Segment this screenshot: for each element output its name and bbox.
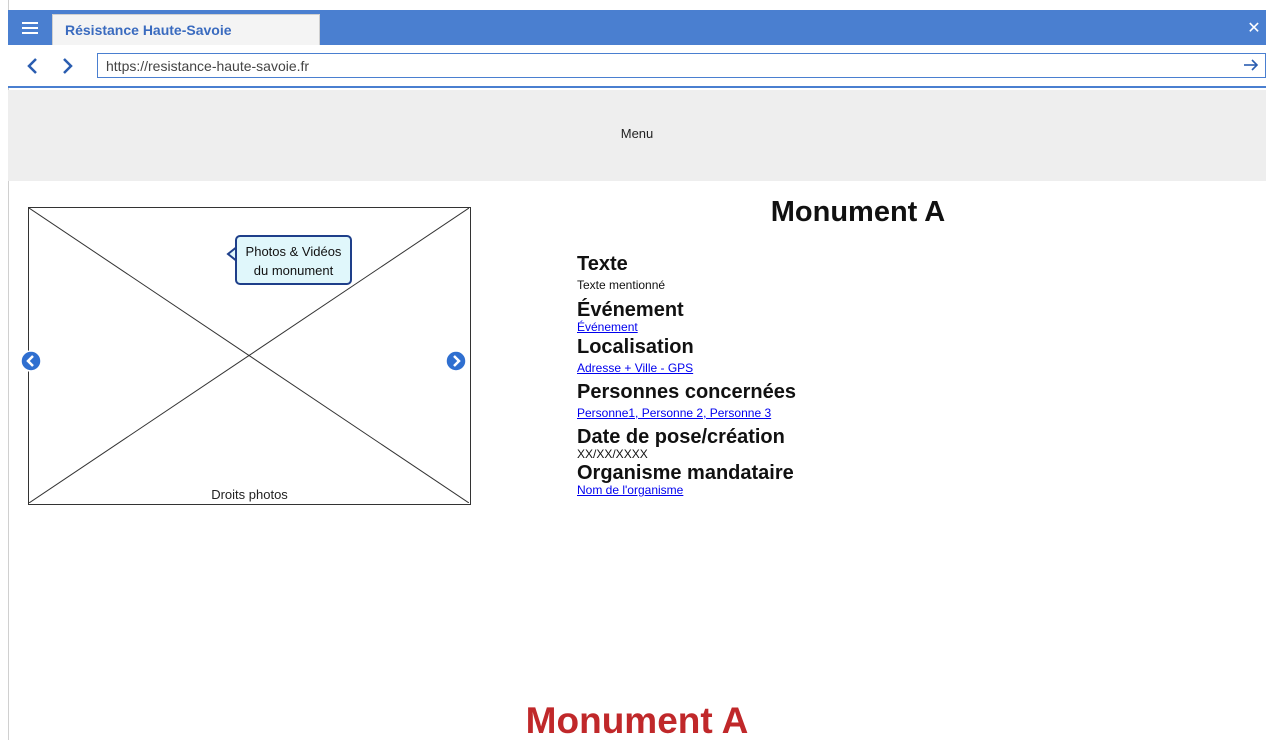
- localisation-link[interactable]: Adresse + Ville - GPS: [577, 361, 694, 375]
- section-title: Monument A: [525, 700, 749, 741]
- forward-button[interactable]: [56, 54, 80, 78]
- field-evenement: Événement Événement: [577, 300, 684, 334]
- field-localisation: Localisation Adresse + Ville - GPS: [577, 337, 694, 375]
- media-callout: Photos & Vidéos du monument: [235, 235, 352, 285]
- field-label: Personnes concernées: [577, 381, 796, 403]
- menu-bar: Menu: [8, 90, 1266, 181]
- field-value: Texte mentionné: [577, 278, 666, 292]
- back-button[interactable]: [20, 54, 44, 78]
- field-label: Organisme mandataire: [577, 462, 794, 484]
- menu-link[interactable]: Menu: [8, 126, 1266, 141]
- url-text: https://resistance-haute-savoie.fr: [106, 58, 310, 74]
- browser-tab[interactable]: Résistance Haute-Savoie: [52, 14, 320, 45]
- callout-line-2: du monument: [253, 263, 334, 278]
- personnes-link[interactable]: Personne1, Personne 2, Personne 3: [577, 406, 796, 420]
- photo-gallery: Photos & Vidéos du monument Droits photo…: [20, 207, 471, 505]
- title-bar: Résistance Haute-Savoie ✕: [8, 10, 1266, 45]
- field-texte: Texte Texte mentionné: [577, 254, 665, 292]
- field-label: Date de pose/création: [577, 426, 785, 448]
- field-label: Localisation: [577, 336, 694, 358]
- field-label: Texte: [577, 253, 628, 275]
- close-button[interactable]: ✕: [1242, 10, 1266, 45]
- field-organisme: Organisme mandataire Nom de l'organisme: [577, 463, 794, 497]
- field-personnes: Personnes concernées Personne1, Personne…: [577, 382, 796, 420]
- field-value: XX/XX/XXXX: [577, 447, 648, 461]
- chevron-left-circle-icon: [20, 350, 42, 372]
- photo-credit: Droits photos: [211, 487, 288, 502]
- hamburger-icon: [22, 21, 38, 34]
- chevron-left-icon: [27, 58, 37, 74]
- hamburger-menu-button[interactable]: [8, 10, 52, 45]
- gallery-prev-button[interactable]: [20, 350, 42, 372]
- monument-title: Monument A: [770, 196, 946, 228]
- field-date: Date de pose/création XX/XX/XXXX: [577, 427, 785, 461]
- go-button[interactable]: [1240, 54, 1262, 76]
- callout-line-1: Photos & Vidéos: [245, 244, 342, 259]
- field-label: Événement: [577, 299, 684, 321]
- tab-title: Résistance Haute-Savoie: [65, 22, 232, 38]
- organisme-link[interactable]: Nom de l'organisme: [577, 483, 794, 497]
- evenement-link[interactable]: Événement: [577, 320, 684, 334]
- url-input[interactable]: https://resistance-haute-savoie.fr: [97, 53, 1266, 78]
- chevron-right-icon: [63, 58, 73, 74]
- browser-frame: Résistance Haute-Savoie ✕ https://resist…: [8, 0, 1266, 741]
- close-icon: ✕: [1247, 19, 1261, 37]
- arrow-right-icon: [1244, 59, 1259, 71]
- address-bar: https://resistance-haute-savoie.fr: [8, 45, 1266, 88]
- gallery-next-button[interactable]: [445, 350, 467, 372]
- chevron-right-circle-icon: [445, 350, 467, 372]
